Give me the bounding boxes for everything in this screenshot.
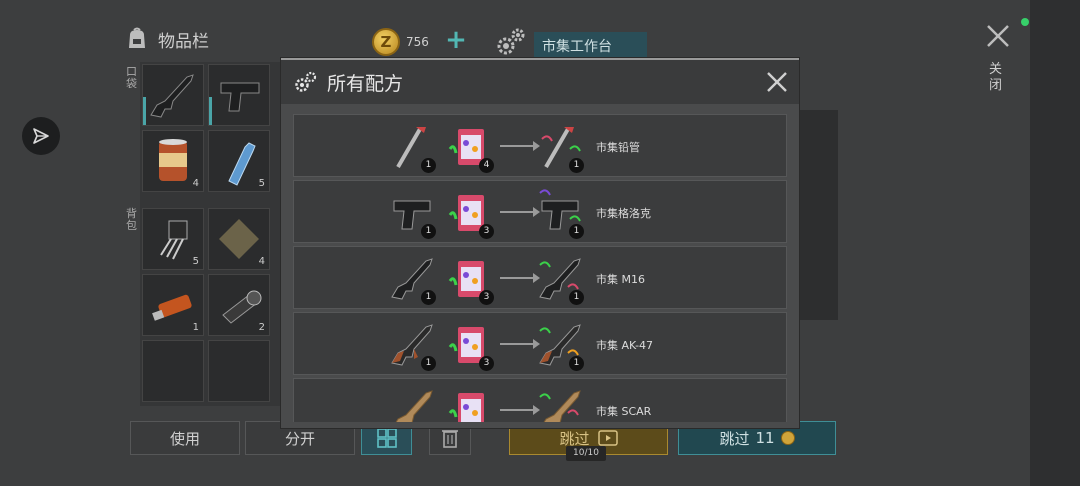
output-item: 1 bbox=[534, 317, 586, 371]
video-icon bbox=[597, 430, 618, 446]
material-item: 3 bbox=[444, 185, 496, 239]
material-item: 3 bbox=[444, 317, 496, 371]
coin-icon: Z bbox=[372, 28, 400, 56]
arrow-icon bbox=[500, 405, 540, 415]
recipe-row[interactable]: 1 3 1 市集 M16 bbox=[293, 246, 787, 309]
arrow-icon bbox=[500, 273, 540, 283]
arrow-icon bbox=[500, 207, 540, 217]
material-item: 3 bbox=[444, 251, 496, 305]
decorated-scar-icon bbox=[539, 390, 581, 422]
gears-icon bbox=[494, 26, 528, 62]
backpack-label: 背包 bbox=[126, 207, 137, 232]
pocket-label: 口袋 bbox=[126, 65, 137, 90]
output-item: 1 bbox=[534, 185, 586, 239]
input-item: 1 bbox=[386, 185, 438, 239]
pistol-icon bbox=[220, 82, 260, 112]
recipe-name: 市集 SCAR bbox=[596, 405, 652, 418]
inventory-slot-empty[interactable] bbox=[142, 340, 204, 402]
recipe-row[interactable]: 1 3 1 市集 AK-47 bbox=[293, 312, 787, 375]
coin-balance: Z 756 bbox=[372, 28, 429, 56]
recipe-row[interactable]: 1 4 1 市集铅管 bbox=[293, 114, 787, 177]
workbench-tab[interactable]: 市集工作台 bbox=[534, 32, 647, 58]
recipe-name: 市集 AK-47 bbox=[596, 339, 654, 352]
inventory-slot-canned-food[interactable]: 4 bbox=[142, 130, 204, 192]
status-dot bbox=[1021, 18, 1029, 26]
inventory-slot-water-bottle[interactable]: 5 bbox=[208, 130, 270, 192]
input-item: 1 bbox=[386, 119, 438, 173]
arrow-icon bbox=[500, 141, 540, 151]
input-item: 1 bbox=[386, 251, 438, 305]
skip-gold-cost: 11 bbox=[755, 429, 775, 447]
inventory-slot-cloth[interactable]: 4 bbox=[208, 208, 270, 270]
output-item: 1 bbox=[534, 119, 586, 173]
scar-icon bbox=[395, 390, 433, 422]
side-panel bbox=[800, 110, 838, 320]
skip-gold-label: 跳过 bbox=[719, 429, 750, 448]
gears-icon bbox=[295, 71, 317, 92]
grid-icon bbox=[376, 428, 397, 448]
modal-title: 所有配方 bbox=[327, 72, 404, 95]
recipe-name: 市集铅管 bbox=[596, 141, 640, 154]
recipe-row[interactable]: 1 3 1 市集 SCAR bbox=[293, 378, 787, 422]
right-edge-strip bbox=[1030, 0, 1080, 486]
close-icon[interactable] bbox=[984, 22, 1012, 54]
backpack-icon bbox=[129, 27, 145, 48]
recipe-name: 市集格洛克 bbox=[596, 207, 651, 220]
input-item: 1 bbox=[386, 383, 438, 422]
inventory-slot-flashlight[interactable]: 2 bbox=[208, 274, 270, 336]
inventory-slot-rifle[interactable] bbox=[142, 64, 204, 126]
coin-count: 756 bbox=[406, 35, 429, 49]
inventory-header: 物品栏 bbox=[124, 26, 209, 52]
inventory-slot-pistol[interactable] bbox=[208, 64, 270, 126]
navigation-button[interactable] bbox=[22, 117, 60, 155]
recipes-modal: 所有配方 1 4 1 市集铅管 1 3 1 市集格洛克 1 3 1 市集 M16… bbox=[281, 58, 799, 428]
material-item: 4 bbox=[444, 119, 496, 173]
close-icon[interactable] bbox=[765, 70, 789, 94]
add-coins-button[interactable]: + bbox=[444, 27, 468, 54]
skip-progress: 10/10 bbox=[566, 446, 606, 461]
output-item: 1 bbox=[534, 251, 586, 305]
recipe-row[interactable]: 1 3 1 市集格洛克 bbox=[293, 180, 787, 243]
trash-icon bbox=[442, 430, 458, 448]
recipe-name: 市集 M16 bbox=[596, 273, 645, 286]
close-label[interactable]: 关闭 bbox=[989, 62, 1005, 94]
material-item: 3 bbox=[444, 383, 496, 422]
modal-header: 所有配方 bbox=[281, 60, 799, 104]
coin-icon bbox=[780, 431, 795, 445]
send-icon bbox=[33, 128, 49, 144]
arrow-icon bbox=[500, 339, 540, 349]
inventory-slot-empty[interactable] bbox=[208, 340, 270, 402]
inventory-title: 物品栏 bbox=[158, 31, 209, 52]
input-item: 1 bbox=[386, 317, 438, 371]
confetti-pack-icon bbox=[448, 393, 484, 422]
inventory-slot-transistor[interactable]: 5 bbox=[142, 208, 204, 270]
output-item: 1 bbox=[534, 383, 586, 422]
inventory-slot-usb-drive[interactable]: 1 bbox=[142, 274, 204, 336]
rifle-icon bbox=[150, 74, 194, 118]
recipe-list[interactable]: 1 4 1 市集铅管 1 3 1 市集格洛克 1 3 1 市集 M16 1 3 … bbox=[293, 114, 787, 422]
use-button[interactable]: 使用 bbox=[130, 421, 240, 455]
